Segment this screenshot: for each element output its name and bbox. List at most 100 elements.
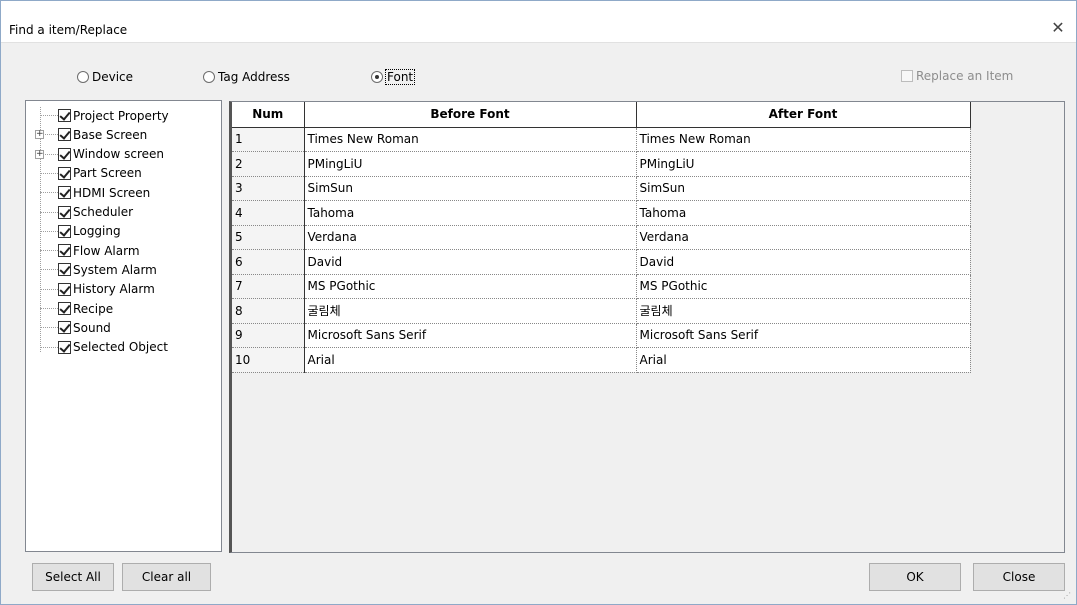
column-header-num[interactable]: Num bbox=[232, 102, 305, 128]
before-font-cell[interactable]: 굴림체 bbox=[304, 298, 637, 324]
after-font-cell[interactable]: Verdana bbox=[636, 225, 971, 250]
tree-item[interactable]: Logging bbox=[26, 222, 121, 241]
table-row[interactable]: 4 Tahoma Tahoma bbox=[232, 200, 971, 226]
category-tree[interactable]: Project Property + Base Screen + Window scre… bbox=[25, 100, 222, 552]
before-font-cell[interactable]: PMingLiU bbox=[304, 151, 637, 177]
after-font-cell[interactable]: Microsoft Sans Serif bbox=[636, 323, 971, 348]
tree-item-label: Logging bbox=[73, 224, 121, 239]
table-row[interactable]: 9 Microsoft Sans Serif Microsoft Sans Seri… bbox=[232, 323, 971, 348]
tree-connector bbox=[40, 269, 58, 271]
replace-an-item-label: Replace an Item bbox=[916, 69, 1014, 83]
tree-item-checkbox[interactable] bbox=[58, 282, 71, 296]
radio-device[interactable]: Device bbox=[77, 69, 133, 85]
replace-an-item-checkbox[interactable]: Replace an Item bbox=[901, 69, 1013, 83]
num-cell[interactable]: 10 bbox=[232, 347, 305, 373]
tree-item[interactable]: Sound bbox=[26, 318, 111, 337]
tree-item[interactable]: Project Property bbox=[26, 106, 169, 125]
tree-item-checkbox[interactable] bbox=[58, 186, 71, 200]
radio-tag-address[interactable]: Tag Address bbox=[203, 69, 290, 85]
num-cell[interactable]: 1 bbox=[232, 127, 305, 152]
tree-item-checkbox[interactable] bbox=[58, 340, 71, 354]
tree-item[interactable]: History Alarm bbox=[26, 280, 155, 299]
tree-item[interactable]: Part Screen bbox=[26, 164, 142, 183]
num-cell[interactable]: 6 bbox=[232, 249, 305, 275]
table-row[interactable]: 7 MS PGothic MS PGothic bbox=[232, 274, 971, 299]
font-grid[interactable]: Num Before Font After Font 1 Times New Ro… bbox=[229, 101, 1065, 553]
num-cell[interactable]: 5 bbox=[232, 225, 305, 250]
tree-connector bbox=[40, 308, 58, 309]
close-icon[interactable]: ✕ bbox=[1050, 20, 1066, 36]
expand-icon[interactable]: + bbox=[35, 130, 44, 140]
clear-all-button[interactable]: Clear all bbox=[122, 563, 211, 591]
font-table: Num Before Font After Font 1 Times New Ro… bbox=[232, 102, 971, 373]
tree-item-label: Selected Object bbox=[73, 340, 168, 355]
after-font-cell[interactable]: PMingLiU bbox=[636, 151, 971, 177]
tree-connector bbox=[40, 115, 58, 116]
after-font-cell[interactable]: Tahoma bbox=[636, 200, 971, 226]
before-font-cell[interactable]: MS PGothic bbox=[304, 274, 637, 299]
table-row[interactable]: 1 Times New Roman Times New Roman bbox=[232, 127, 971, 152]
radio-font-indicator[interactable] bbox=[371, 71, 383, 83]
radio-tag-address-indicator[interactable] bbox=[203, 71, 215, 83]
tree-item[interactable]: System Alarm bbox=[26, 260, 157, 279]
before-font-cell[interactable]: SimSun bbox=[304, 176, 637, 201]
before-font-cell[interactable]: Verdana bbox=[304, 225, 637, 250]
tree-connector bbox=[40, 327, 58, 329]
tree-item[interactable]: Flow Alarm bbox=[26, 241, 140, 260]
replace-an-item-box[interactable] bbox=[901, 70, 913, 82]
table-row[interactable]: 8 굴림체 굴림체 bbox=[232, 298, 971, 324]
tree-connector bbox=[40, 288, 58, 290]
tree-item-checkbox[interactable] bbox=[58, 244, 71, 258]
num-cell[interactable]: 8 bbox=[232, 298, 305, 324]
ok-button[interactable]: OK bbox=[869, 563, 961, 591]
tree-item[interactable]: Recipe bbox=[26, 299, 113, 318]
table-row[interactable]: 2 PMingLiU PMingLiU bbox=[232, 151, 971, 177]
num-cell[interactable]: 3 bbox=[232, 176, 305, 201]
num-cell[interactable]: 4 bbox=[232, 200, 305, 226]
column-header-after-font[interactable]: After Font bbox=[636, 102, 971, 128]
tree-item[interactable]: Selected Object bbox=[26, 338, 168, 357]
before-font-cell[interactable]: David bbox=[304, 249, 637, 275]
table-row[interactable]: 10 Arial Arial bbox=[232, 347, 971, 373]
table-row[interactable]: 3 SimSun SimSun bbox=[232, 176, 971, 201]
tree-connector bbox=[40, 230, 58, 232]
before-font-cell[interactable]: Times New Roman bbox=[304, 127, 637, 152]
tree-item[interactable]: + Base Screen bbox=[26, 125, 147, 144]
before-font-cell[interactable]: Microsoft Sans Serif bbox=[304, 323, 637, 348]
tree-item-checkbox[interactable] bbox=[58, 147, 71, 161]
tree-item[interactable]: Scheduler bbox=[26, 203, 133, 222]
table-row[interactable]: 6 David David bbox=[232, 249, 971, 275]
tree-item-checkbox[interactable] bbox=[58, 109, 71, 122]
select-all-button[interactable]: Select All bbox=[32, 563, 114, 591]
tree-item-checkbox[interactable] bbox=[58, 166, 71, 180]
tree-item-label: Part Screen bbox=[73, 166, 142, 181]
tree-item[interactable]: HDMI Screen bbox=[26, 183, 150, 202]
after-font-cell[interactable]: David bbox=[636, 249, 971, 275]
after-font-cell[interactable]: 굴림체 bbox=[636, 298, 971, 324]
expand-icon[interactable]: + bbox=[35, 149, 44, 159]
tree-item-checkbox[interactable] bbox=[58, 321, 71, 335]
after-font-cell[interactable]: Times New Roman bbox=[636, 127, 971, 152]
num-cell[interactable]: 9 bbox=[232, 323, 305, 348]
column-header-before-font[interactable]: Before Font bbox=[304, 102, 637, 128]
tree-item-checkbox[interactable] bbox=[58, 205, 71, 219]
table-row[interactable]: 5 Verdana Verdana bbox=[232, 225, 971, 250]
tree-item-checkbox[interactable] bbox=[58, 128, 71, 142]
tree-item-checkbox[interactable] bbox=[58, 263, 71, 277]
before-font-cell[interactable]: Tahoma bbox=[304, 200, 637, 226]
tree-item-checkbox[interactable] bbox=[58, 302, 71, 315]
tree-item-label: History Alarm bbox=[73, 282, 155, 297]
before-font-cell[interactable]: Arial bbox=[304, 347, 637, 373]
radio-font[interactable]: Font bbox=[371, 69, 416, 85]
num-cell[interactable]: 7 bbox=[232, 274, 305, 299]
num-cell[interactable]: 2 bbox=[232, 151, 305, 177]
after-font-cell[interactable]: Arial bbox=[636, 347, 971, 373]
resize-grip-icon[interactable]: ⋰ bbox=[1063, 591, 1073, 601]
tree-item[interactable]: + Window screen bbox=[26, 145, 164, 164]
after-font-cell[interactable]: MS PGothic bbox=[636, 274, 971, 299]
tree-item-checkbox[interactable] bbox=[58, 224, 71, 238]
radio-device-indicator[interactable] bbox=[77, 71, 89, 83]
close-button[interactable]: Close bbox=[973, 563, 1065, 591]
tree-item-label: Scheduler bbox=[73, 205, 134, 219]
after-font-cell[interactable]: SimSun bbox=[636, 176, 971, 201]
